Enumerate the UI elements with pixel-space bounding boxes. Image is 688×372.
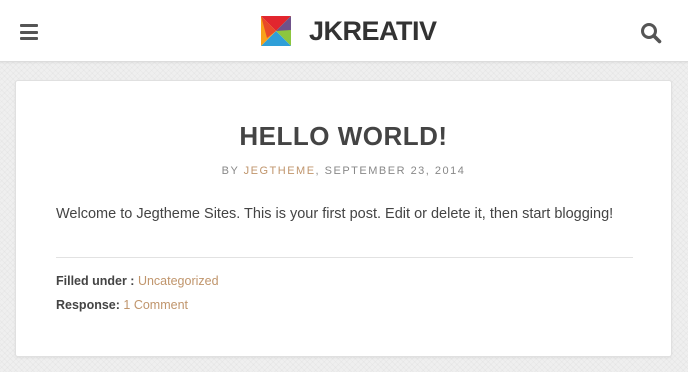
response-row: Response: 1 Comment (56, 298, 219, 322)
post-meta: BY JEGTHEME, SEPTEMBER 23, 2014 (16, 165, 671, 177)
top-header: JKREATIV (0, 0, 688, 62)
hamburger-menu-icon[interactable] (20, 24, 38, 40)
post-card: HELLO WORLD! BY JEGTHEME, SEPTEMBER 23, … (15, 80, 672, 357)
post-footer: Filled under : Uncategorized Response: 1… (56, 274, 219, 322)
response-label: Response: (56, 298, 124, 312)
site-brand[interactable]: JKREATIV (261, 15, 437, 47)
post-excerpt: Welcome to Jegtheme Sites. This is your … (56, 206, 614, 222)
site-name: JKREATIV (309, 15, 437, 46)
post-author-link[interactable]: JEGTHEME (244, 165, 316, 177)
comments-link[interactable]: 1 Comment (123, 298, 188, 312)
post-divider (56, 257, 633, 258)
post-title[interactable]: HELLO WORLD! (16, 121, 671, 152)
post-by-label: BY (221, 165, 244, 177)
filled-under-label: Filled under : (56, 274, 138, 288)
category-link[interactable]: Uncategorized (138, 274, 219, 288)
search-icon[interactable] (640, 22, 662, 44)
filled-under-row: Filled under : Uncategorized (56, 274, 219, 298)
post-date: , SEPTEMBER 23, 2014 (315, 165, 466, 177)
site-logo-icon (261, 16, 291, 46)
